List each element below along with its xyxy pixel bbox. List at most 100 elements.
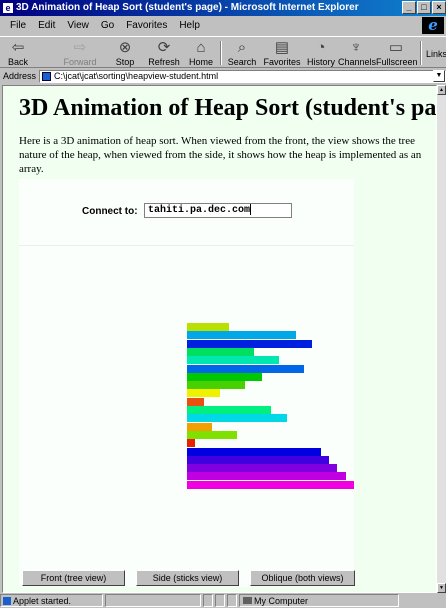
- applet-divider: [19, 245, 354, 246]
- ie-logo-icon: e: [422, 17, 444, 34]
- channels-label: Channels: [338, 57, 377, 67]
- search-button[interactable]: ⌕ Search: [226, 39, 258, 67]
- heap-bar: [187, 373, 262, 381]
- toolbar-separator: [220, 41, 222, 65]
- menu-view[interactable]: View: [61, 20, 95, 31]
- channels-button[interactable]: ♆ Channels: [338, 39, 377, 67]
- heap-bar: [187, 398, 204, 406]
- heap-bar: [187, 448, 321, 456]
- zone-label: My Computer: [254, 596, 309, 606]
- heap-bar: [187, 406, 271, 414]
- refresh-button[interactable]: ⟳ Refresh: [146, 39, 182, 67]
- heap-bar: [187, 481, 354, 489]
- heap-bar: [187, 356, 279, 364]
- heap-bar: [187, 389, 220, 397]
- heap-bar: [187, 472, 346, 480]
- history-label: History: [306, 57, 335, 67]
- connect-label: Connect to:: [82, 206, 138, 217]
- home-icon: ⌂: [196, 39, 206, 56]
- close-button[interactable]: ×: [432, 1, 446, 14]
- links-label: Links: [426, 49, 446, 59]
- minimize-button[interactable]: _: [402, 1, 416, 14]
- scroll-down-icon[interactable]: ▼: [437, 583, 446, 593]
- page-status-icon: [3, 597, 11, 605]
- stop-label: Stop: [115, 57, 135, 67]
- menu-bar: File Edit View Go Favorites Help: [0, 16, 446, 34]
- connect-input[interactable]: tahiti.pa.dec.com: [144, 203, 292, 218]
- heap-bar: [187, 381, 245, 389]
- heap-animation-canvas[interactable]: [19, 319, 354, 509]
- title-bar: e 3D Animation of Heap Sort (student's p…: [0, 0, 446, 16]
- status-bar: Applet started. My Computer: [0, 594, 446, 608]
- side-view-button[interactable]: Side (sticks view): [136, 570, 239, 586]
- status-panel: [215, 594, 225, 607]
- page-title: 3D Animation of Heap Sort (student's pag…: [19, 95, 437, 121]
- links-button[interactable]: Links: [426, 49, 446, 59]
- favorites-button[interactable]: ▤ Favorites: [262, 39, 302, 67]
- front-view-button[interactable]: Front (tree view): [22, 570, 125, 586]
- menu-file[interactable]: File: [4, 20, 32, 31]
- heap-bar: [187, 365, 304, 373]
- page-content: 3D Animation of Heap Sort (student's pag…: [2, 85, 437, 593]
- vertical-scrollbar[interactable]: ▲ ▼: [437, 85, 446, 593]
- page-intro: Here is a 3D animation of heap sort. Whe…: [19, 135, 422, 175]
- fullscreen-button[interactable]: ▭ Fullscreen: [376, 39, 418, 67]
- forward-arrow-icon: ⇨: [73, 39, 87, 56]
- back-arrow-icon: ⇦: [11, 39, 25, 56]
- address-input[interactable]: C:\jcat\jcat\sorting\heapview-student.ht…: [39, 69, 446, 83]
- favorites-label: Favorites: [263, 57, 301, 67]
- heap-bar: [187, 348, 254, 356]
- scroll-up-icon[interactable]: ▲: [437, 85, 446, 95]
- back-label: Back: [7, 57, 28, 67]
- maximize-button[interactable]: □: [417, 1, 431, 14]
- heap-bar: [187, 439, 195, 447]
- favorites-icon: ▤: [274, 39, 290, 56]
- menu-favorites[interactable]: Favorites: [120, 20, 173, 31]
- ie-app-icon[interactable]: e: [2, 2, 14, 14]
- heap-bar: [187, 464, 337, 472]
- search-label: Search: [227, 57, 257, 67]
- status-text: Applet started.: [0, 594, 103, 607]
- channels-icon: ♆: [350, 39, 362, 56]
- menu-help[interactable]: Help: [173, 20, 206, 31]
- status-panel: [105, 594, 201, 607]
- window-title: 3D Animation of Heap Sort (student's pag…: [16, 2, 359, 13]
- menu-edit[interactable]: Edit: [32, 20, 61, 31]
- heap-sort-applet[interactable]: Connect to: tahiti.pa.dec.com Front (tre…: [19, 179, 355, 587]
- status-message: Applet started.: [13, 596, 72, 606]
- address-bar: Address C:\jcat\jcat\sorting\heapview-st…: [0, 69, 446, 83]
- heap-bar: [187, 423, 212, 431]
- toolbar: ⇦ Back ⇨ Forward ⊗ Stop ⟳ Refresh ⌂ Home…: [0, 36, 446, 68]
- menu-go[interactable]: Go: [95, 20, 120, 31]
- heap-bar: [187, 323, 229, 331]
- back-button[interactable]: ⇦ Back: [4, 39, 32, 67]
- heap-bar: [187, 431, 237, 439]
- connect-value: tahiti.pa.dec.com: [148, 205, 251, 217]
- address-label: Address: [3, 71, 37, 81]
- home-label: Home: [188, 57, 213, 67]
- refresh-icon: ⟳: [157, 39, 171, 56]
- oblique-view-button[interactable]: Oblique (both views): [250, 570, 355, 586]
- heap-bar: [187, 340, 312, 348]
- address-dropdown-icon[interactable]: ▼: [433, 70, 445, 82]
- computer-icon: [243, 597, 252, 604]
- page-icon: [42, 71, 52, 81]
- heap-bar: [187, 414, 287, 422]
- status-panel: [227, 594, 237, 607]
- forward-button[interactable]: ⇨ Forward: [62, 39, 98, 67]
- fullscreen-label: Fullscreen: [376, 57, 418, 67]
- home-button[interactable]: ⌂ Home: [186, 39, 216, 67]
- heap-bar: [187, 456, 329, 464]
- heap-bar: [187, 331, 296, 339]
- stop-icon: ⊗: [118, 39, 132, 56]
- stop-button[interactable]: ⊗ Stop: [112, 39, 138, 67]
- forward-label: Forward: [63, 57, 97, 67]
- toolbar-separator: [420, 41, 422, 65]
- fullscreen-icon: ▭: [388, 39, 404, 56]
- refresh-label: Refresh: [148, 57, 180, 67]
- search-icon: ⌕: [237, 39, 247, 56]
- history-button[interactable]: ◔ History: [306, 39, 336, 67]
- history-icon: ◔: [316, 39, 326, 56]
- status-zone: My Computer: [239, 594, 399, 607]
- address-value: C:\jcat\jcat\sorting\heapview-student.ht…: [54, 70, 219, 81]
